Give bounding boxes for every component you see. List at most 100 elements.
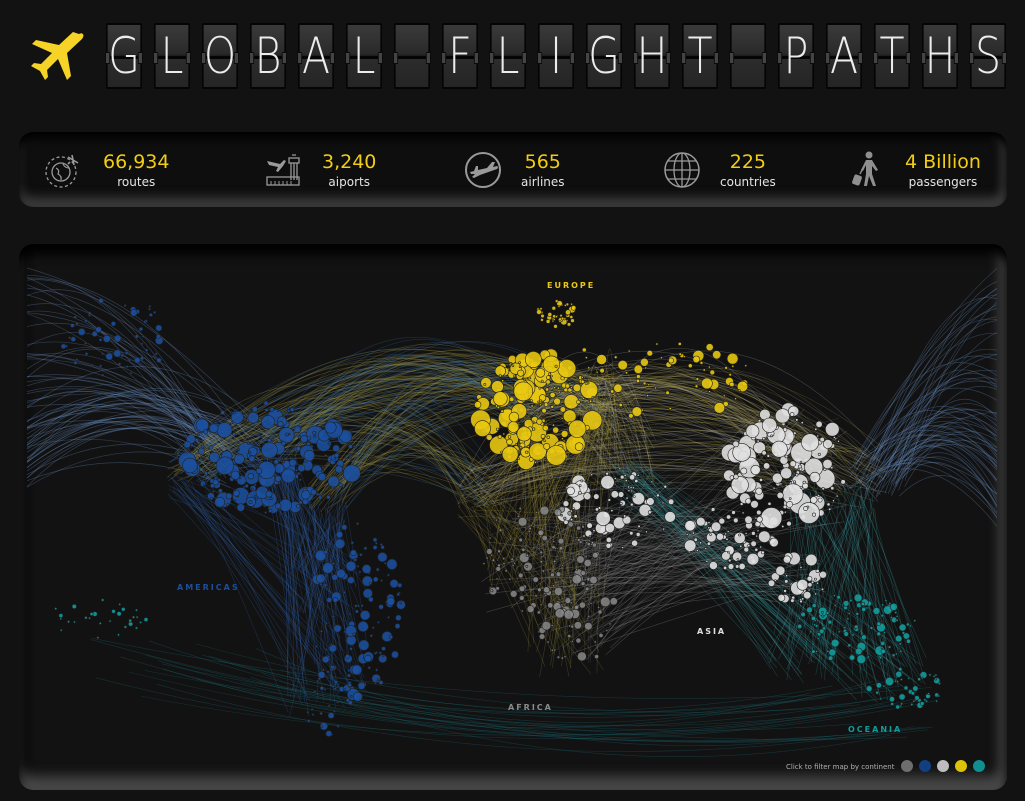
airport-node[interactable] [123,625,127,629]
airport-node[interactable] [822,439,833,449]
airport-node[interactable] [576,555,585,564]
airport-node[interactable] [569,601,573,605]
airport-node[interactable] [684,520,696,532]
airport-node[interactable] [98,621,102,625]
airport-node[interactable] [60,343,67,350]
airport-node[interactable] [578,491,582,495]
airport-node[interactable] [699,541,703,545]
airport-node[interactable] [770,434,773,438]
airport-node[interactable] [605,471,609,476]
airport-node[interactable] [517,517,528,527]
airport-node[interactable] [745,498,752,505]
airport-node[interactable] [319,711,323,716]
airport-node[interactable] [215,456,234,475]
airport-node[interactable] [511,364,515,368]
airport-node[interactable] [536,309,542,315]
airport-node[interactable] [513,561,516,565]
airport-node[interactable] [636,474,640,477]
airport-node[interactable] [849,654,855,661]
airport-node[interactable] [801,433,820,452]
airport-node[interactable] [574,442,584,451]
airport-node[interactable] [144,348,149,352]
airport-node[interactable] [567,521,574,528]
airport-node[interactable] [842,626,846,630]
airport-node[interactable] [225,492,233,500]
airport-node[interactable] [906,638,911,644]
airport-node[interactable] [537,400,540,404]
airport-node[interactable] [336,700,340,704]
airport-node[interactable] [491,380,504,393]
airport-node[interactable] [347,682,352,687]
airport-node[interactable] [140,342,144,346]
airport-node[interactable] [317,670,326,679]
airport-node[interactable] [336,724,340,728]
airport-node[interactable] [613,383,623,393]
airport-node[interactable] [807,582,813,588]
airport-node[interactable] [113,334,122,343]
airport-node[interactable] [738,562,746,570]
airport-node[interactable] [551,305,556,311]
airport-node[interactable] [273,459,279,465]
airport-node[interactable] [492,391,508,406]
airport-node[interactable] [156,334,161,339]
airport-node[interactable] [799,460,803,464]
airport-node[interactable] [756,439,760,443]
airport-node[interactable] [814,427,818,431]
airport-node[interactable] [541,569,545,573]
airport-node[interactable] [498,528,503,532]
airport-node[interactable] [333,678,336,682]
airport-node[interactable] [338,482,343,487]
airport-node[interactable] [755,487,763,495]
airport-node[interactable] [830,638,840,648]
airport-node[interactable] [627,349,631,353]
airport-node[interactable] [274,475,282,483]
airport-node[interactable] [545,319,551,324]
airport-node[interactable] [197,433,200,437]
airport-node[interactable] [554,586,563,596]
airport-node[interactable] [549,392,556,399]
airport-node[interactable] [311,713,315,716]
airport-node[interactable] [257,443,261,447]
airport-node[interactable] [521,609,524,613]
airport-node[interactable] [811,642,815,646]
airport-node[interactable] [599,367,605,374]
airport-node[interactable] [610,414,614,417]
airport-node[interactable] [155,324,163,332]
airport-node[interactable] [809,630,813,634]
airport-node[interactable] [826,502,831,507]
airport-node[interactable] [573,572,577,576]
airport-node[interactable] [610,389,615,394]
airport-node[interactable] [799,599,803,604]
airport-node[interactable] [663,484,668,489]
airport-node[interactable] [524,351,542,368]
airport-node[interactable] [598,632,604,638]
airport-node[interactable] [588,535,592,538]
airport-node[interactable] [543,442,551,450]
airport-node[interactable] [318,602,322,606]
airport-node[interactable] [560,316,565,321]
airport-node[interactable] [565,309,571,316]
airport-node[interactable] [834,604,837,607]
airport-node[interactable] [334,452,340,458]
airport-node[interactable] [617,359,628,371]
airport-node[interactable] [521,547,526,552]
airport-node[interactable] [668,407,672,411]
airport-node[interactable] [101,352,104,356]
airport-node[interactable] [285,450,289,454]
airport-node[interactable] [733,517,739,524]
airport-node[interactable] [664,511,676,523]
airport-node[interactable] [842,600,850,607]
airport-node[interactable] [856,654,866,664]
airport-node[interactable] [582,397,585,400]
airport-node[interactable] [880,646,884,649]
airport-node[interactable] [575,637,582,644]
airport-node[interactable] [546,640,550,644]
airport-node[interactable] [518,361,521,364]
airport-node[interactable] [517,457,521,460]
airport-node[interactable] [314,645,318,648]
airport-node[interactable] [280,457,284,461]
airport-node[interactable] [336,683,340,686]
airport-node[interactable] [509,361,513,365]
airport-node[interactable] [267,438,272,443]
airport-node[interactable] [880,640,886,646]
